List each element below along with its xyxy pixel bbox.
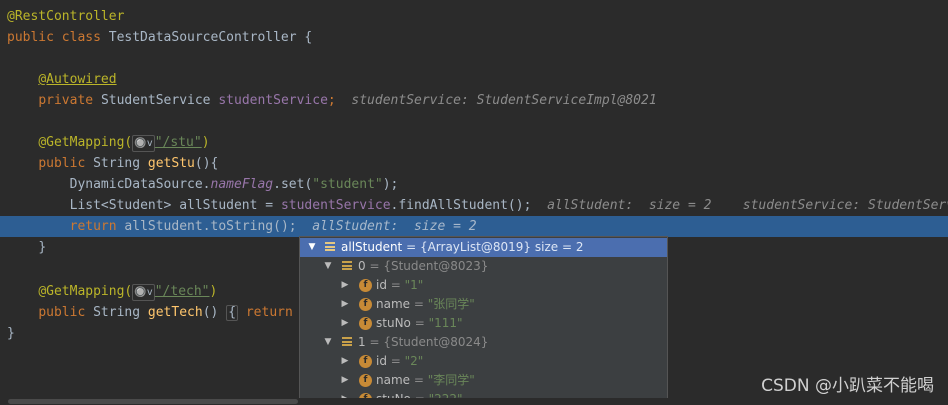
code-line-4: @Autowired (0, 69, 948, 90)
call-end: ); (382, 177, 399, 192)
keyword: public (38, 305, 94, 320)
closing-brace: } (7, 326, 15, 341)
node-name: allStudent (341, 240, 403, 254)
keyword: public class (7, 30, 109, 45)
keyword: return (69, 219, 125, 234)
field-icon: f (359, 374, 372, 387)
watermark: CSDN @小趴菜不能喝 (761, 376, 934, 396)
horizontal-scrollbar[interactable] (0, 398, 948, 405)
debug-inline-hint: studentService: StudentServiceImpl@8021 (351, 93, 657, 108)
annotation-rest-controller: @RestController (7, 9, 125, 24)
tree-node-item-1-id[interactable]: ▶ f id = "2" (300, 352, 667, 371)
chevron-down-icon[interactable]: ▼ (322, 257, 334, 276)
paren-close: ) (209, 284, 218, 299)
code-editor[interactable]: @RestController public class TestDataSou… (0, 0, 948, 405)
tree-node-item-1[interactable]: ▼ 1 = {Student@8024} (300, 333, 667, 352)
code-line-9: DynamicDataSource.nameFlag.set("student"… (0, 174, 948, 195)
node-name: name (376, 373, 411, 387)
chevron-down-icon: v (146, 138, 153, 149)
debug-inline-hint: studentService: StudentServi (742, 198, 948, 213)
node-name: 1 (358, 335, 366, 349)
chevron-down-icon[interactable]: ▼ (306, 238, 318, 257)
node-name: id (376, 278, 387, 292)
code-line-7: @GetMapping(🔘v "/stu") (0, 132, 948, 153)
class-name: TestDataSourceController { (108, 30, 313, 45)
chevron-right-icon[interactable]: ▶ (339, 295, 351, 314)
folded-code-region[interactable]: { (226, 305, 239, 321)
execution-point-line: return allStudent.toString(); allStudent… (0, 216, 948, 237)
node-value: "1" (404, 278, 424, 292)
debug-value-popup[interactable]: ▼ allStudent = {ArrayList@8019} size = 2… (299, 236, 668, 405)
tree-node-all-student[interactable]: ▼ allStudent = {ArrayList@8019} size = 2 (300, 238, 667, 257)
annotation-get-mapping: @GetMapping( (38, 284, 133, 299)
debug-inline-hint: allStudent: size = 2 (312, 219, 477, 234)
annotation-autowired: @Autowired (38, 72, 117, 87)
node-value: "111" (428, 316, 463, 330)
mapping-path[interactable]: "/tech" (155, 284, 210, 299)
list-icon (342, 261, 352, 272)
node-name: 0 (358, 259, 366, 273)
type-name: StudentService (100, 93, 219, 108)
code-line-1: @RestController (0, 6, 948, 27)
node-value: "2" (404, 354, 424, 368)
tree-node-item-0-stuno[interactable]: ▶ f stuNo = "111" (300, 314, 667, 333)
string-literal: "student" (312, 177, 383, 192)
type-name: String (93, 156, 148, 171)
code-line-2: public class TestDataSourceController { (0, 27, 948, 48)
chevron-right-icon[interactable]: ▶ (339, 352, 351, 371)
code-line-5: private StudentService studentService; s… (0, 90, 948, 111)
keyword: private (38, 93, 101, 108)
code-line-10: List<Student> allStudent = studentServic… (0, 195, 948, 216)
debug-inline-hint: allStudent: size = 2 (547, 198, 712, 213)
field-icon: f (359, 355, 372, 368)
field-ref: studentService (280, 198, 391, 213)
code-line-8: public String getStu(){ (0, 153, 948, 174)
list-icon (325, 242, 335, 253)
scrollbar-thumb[interactable] (8, 399, 298, 404)
method-params: (){ (194, 156, 219, 171)
field-name: studentService (218, 93, 328, 108)
closing-brace: } (38, 240, 47, 255)
method-name: getTech (147, 305, 203, 320)
declaration: List<Student> allStudent = (69, 198, 281, 213)
chevron-right-icon[interactable]: ▶ (339, 371, 351, 390)
chevron-down-icon[interactable]: ▼ (322, 333, 334, 352)
chevron-right-icon[interactable]: ▶ (339, 314, 351, 333)
endpoint-globe-icon[interactable]: 🔘v (132, 135, 155, 152)
mapping-path[interactable]: "/stu" (155, 135, 202, 150)
node-value: "张同学" (427, 297, 475, 311)
tree-node-item-0[interactable]: ▼ 0 = {Student@8023} (300, 257, 667, 276)
tree-node-item-0-id[interactable]: ▶ f id = "1" (300, 276, 667, 295)
class-ref: DynamicDataSource. (69, 177, 211, 192)
node-value: = {ArrayList@8019} size = 2 (402, 240, 584, 254)
node-value: "李同学" (427, 373, 475, 387)
method-params: () (202, 305, 227, 320)
node-name: stuNo (376, 316, 411, 330)
annotation-get-mapping: @GetMapping( (38, 135, 133, 150)
tree-node-item-1-name[interactable]: ▶ f name = "李同学" (300, 371, 667, 390)
tree-node-item-0-name[interactable]: ▶ f name = "张同学" (300, 295, 667, 314)
type-name: String (93, 305, 148, 320)
list-icon (342, 337, 352, 348)
method-call: .set( (273, 177, 313, 192)
static-field: nameFlag (210, 177, 274, 192)
field-icon: f (359, 298, 372, 311)
chevron-down-icon: v (146, 287, 153, 298)
chevron-right-icon[interactable]: ▶ (339, 276, 351, 295)
endpoint-globe-icon[interactable]: 🔘v (132, 284, 155, 301)
node-name: name (376, 297, 411, 311)
field-icon: f (359, 279, 372, 292)
method-call: .findAllStudent(); (390, 198, 532, 213)
node-name: id (376, 354, 387, 368)
method-name: getStu (147, 156, 195, 171)
keyword: return (238, 305, 301, 320)
semicolon: ; (327, 93, 336, 108)
node-value: = {Student@8024} (365, 335, 489, 349)
paren-close: ) (201, 135, 210, 150)
keyword: public (38, 156, 94, 171)
method-call: allStudent.toString(); (124, 219, 297, 234)
node-value: = {Student@8023} (365, 259, 489, 273)
field-icon: f (359, 317, 372, 330)
